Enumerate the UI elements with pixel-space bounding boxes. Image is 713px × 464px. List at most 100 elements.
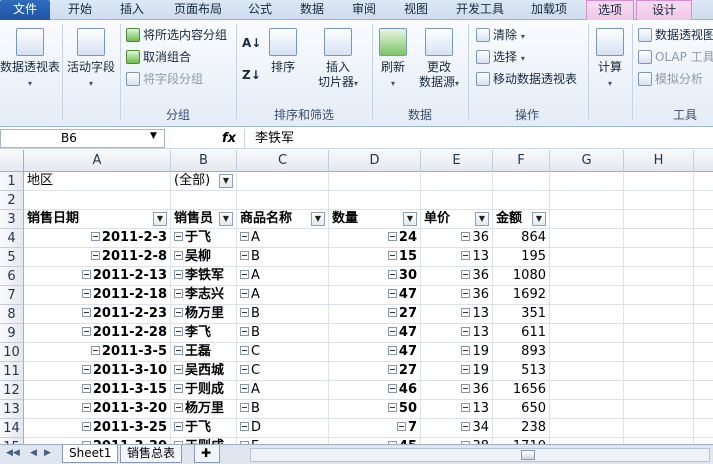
pivot-header-cell[interactable]: 商品名称 ▼ bbox=[237, 210, 329, 229]
pivot-header-cell[interactable]: 销售日期 ▼ bbox=[24, 210, 171, 229]
amount-cell[interactable]: 611 bbox=[493, 324, 550, 343]
product-cell[interactable]: A bbox=[237, 286, 329, 305]
filter-label-cell[interactable]: 地区 bbox=[24, 172, 171, 191]
calc-button[interactable]: 计算 ▾ bbox=[592, 28, 628, 91]
date-cell[interactable]: 2011-3-10 bbox=[24, 362, 171, 381]
new-sheet-icon[interactable]: ✚ bbox=[194, 445, 220, 463]
column-header-b[interactable]: B bbox=[171, 150, 237, 172]
empty-cell[interactable] bbox=[624, 267, 694, 286]
collapse-icon[interactable] bbox=[174, 289, 183, 298]
collapse-icon[interactable] bbox=[387, 270, 397, 279]
filter-dropdown-icon[interactable]: ▼ bbox=[403, 212, 417, 226]
tab-options[interactable]: 选项 bbox=[586, 0, 634, 21]
date-cell[interactable]: 2011-3-5 bbox=[24, 343, 171, 362]
amount-cell[interactable]: 195 bbox=[493, 248, 550, 267]
collapse-icon[interactable] bbox=[387, 251, 397, 260]
sort-za-button[interactable]: Z↓ bbox=[242, 66, 261, 84]
product-cell[interactable]: A bbox=[237, 229, 329, 248]
empty-cell[interactable] bbox=[624, 381, 694, 400]
row-header[interactable]: 10 bbox=[0, 343, 24, 362]
collapse-icon[interactable] bbox=[461, 422, 471, 431]
collapse-icon[interactable] bbox=[461, 270, 471, 279]
collapse-icon[interactable] bbox=[461, 289, 471, 298]
product-cell[interactable]: A bbox=[237, 381, 329, 400]
scroll-thumb[interactable] bbox=[521, 450, 535, 460]
empty-cell[interactable] bbox=[550, 267, 624, 286]
price-cell[interactable]: 36 bbox=[421, 267, 493, 286]
empty-cell[interactable] bbox=[624, 362, 694, 381]
empty-cell[interactable] bbox=[550, 286, 624, 305]
column-header-e[interactable]: E bbox=[421, 150, 493, 172]
tab-developer[interactable]: 开发工具 bbox=[448, 0, 512, 20]
collapse-icon[interactable] bbox=[240, 251, 249, 260]
price-cell[interactable]: 19 bbox=[421, 362, 493, 381]
collapse-icon[interactable] bbox=[90, 251, 100, 260]
filter-dropdown-icon[interactable]: ▼ bbox=[219, 212, 233, 226]
product-cell[interactable]: A bbox=[237, 267, 329, 286]
collapse-icon[interactable] bbox=[240, 422, 249, 431]
name-box[interactable]: B6 bbox=[0, 129, 165, 148]
empty-cell[interactable] bbox=[329, 191, 421, 210]
collapse-icon[interactable] bbox=[174, 403, 183, 412]
salesperson-cell[interactable]: 杨万里 bbox=[171, 400, 237, 419]
empty-cell[interactable] bbox=[493, 172, 550, 191]
date-cell[interactable]: 2011-3-15 bbox=[24, 381, 171, 400]
collapse-icon[interactable] bbox=[461, 327, 471, 336]
empty-cell[interactable] bbox=[624, 343, 694, 362]
column-header-a[interactable]: A bbox=[24, 150, 171, 172]
empty-cell[interactable] bbox=[237, 172, 329, 191]
salesperson-cell[interactable]: 李飞 bbox=[171, 324, 237, 343]
row-header[interactable]: 2 bbox=[0, 191, 24, 210]
amount-cell[interactable]: 1080 bbox=[493, 267, 550, 286]
salesperson-cell[interactable]: 于则成 bbox=[171, 381, 237, 400]
quantity-cell[interactable]: 30 bbox=[329, 267, 421, 286]
date-cell[interactable]: 2011-3-25 bbox=[24, 419, 171, 438]
collapse-icon[interactable] bbox=[461, 308, 471, 317]
empty-cell[interactable] bbox=[624, 305, 694, 324]
salesperson-cell[interactable]: 王磊 bbox=[171, 343, 237, 362]
collapse-icon[interactable] bbox=[174, 384, 183, 393]
formula-input[interactable]: 李铁军 bbox=[244, 129, 713, 148]
salesperson-cell[interactable]: 李志兴 bbox=[171, 286, 237, 305]
price-cell[interactable]: 36 bbox=[421, 381, 493, 400]
row-header[interactable]: 11 bbox=[0, 362, 24, 381]
filter-dropdown-icon[interactable]: ▼ bbox=[219, 174, 233, 188]
amount-cell[interactable]: 513 bbox=[493, 362, 550, 381]
what-if-button[interactable]: 模拟分析 bbox=[638, 70, 703, 88]
amount-cell[interactable]: 351 bbox=[493, 305, 550, 324]
filter-dropdown-icon[interactable]: ▼ bbox=[153, 212, 167, 226]
worksheet-grid[interactable]: A B C D E F G H 123456789101112131415 地区… bbox=[0, 150, 713, 444]
collapse-icon[interactable] bbox=[240, 346, 249, 355]
date-cell[interactable]: 2011-2-8 bbox=[24, 248, 171, 267]
empty-cell[interactable] bbox=[624, 229, 694, 248]
salesperson-cell[interactable]: 杨万里 bbox=[171, 305, 237, 324]
collapse-icon[interactable] bbox=[81, 327, 91, 336]
tab-home[interactable]: 开始 bbox=[58, 0, 102, 20]
empty-cell[interactable] bbox=[624, 248, 694, 267]
empty-cell[interactable] bbox=[624, 400, 694, 419]
empty-cell[interactable] bbox=[624, 191, 694, 210]
amount-cell[interactable]: 650 bbox=[493, 400, 550, 419]
collapse-icon[interactable] bbox=[81, 308, 91, 317]
collapse-icon[interactable] bbox=[240, 232, 249, 241]
empty-cell[interactable] bbox=[550, 419, 624, 438]
collapse-icon[interactable] bbox=[81, 270, 91, 279]
collapse-icon[interactable] bbox=[461, 384, 471, 393]
collapse-icon[interactable] bbox=[240, 327, 249, 336]
price-cell[interactable]: 36 bbox=[421, 229, 493, 248]
row-header[interactable]: 12 bbox=[0, 381, 24, 400]
row-header[interactable]: 3 bbox=[0, 210, 24, 229]
quantity-cell[interactable]: 46 bbox=[329, 381, 421, 400]
quantity-cell[interactable]: 24 bbox=[329, 229, 421, 248]
date-cell[interactable]: 2011-2-23 bbox=[24, 305, 171, 324]
empty-cell[interactable] bbox=[550, 362, 624, 381]
collapse-icon[interactable] bbox=[81, 422, 91, 431]
column-header-c[interactable]: C bbox=[237, 150, 329, 172]
tab-addins[interactable]: 加载项 bbox=[522, 0, 576, 20]
empty-cell[interactable] bbox=[421, 172, 493, 191]
empty-cell[interactable] bbox=[624, 324, 694, 343]
collapse-icon[interactable] bbox=[174, 232, 183, 241]
column-header-h[interactable]: H bbox=[624, 150, 694, 172]
empty-cell[interactable] bbox=[24, 191, 171, 210]
quantity-cell[interactable]: 50 bbox=[329, 400, 421, 419]
